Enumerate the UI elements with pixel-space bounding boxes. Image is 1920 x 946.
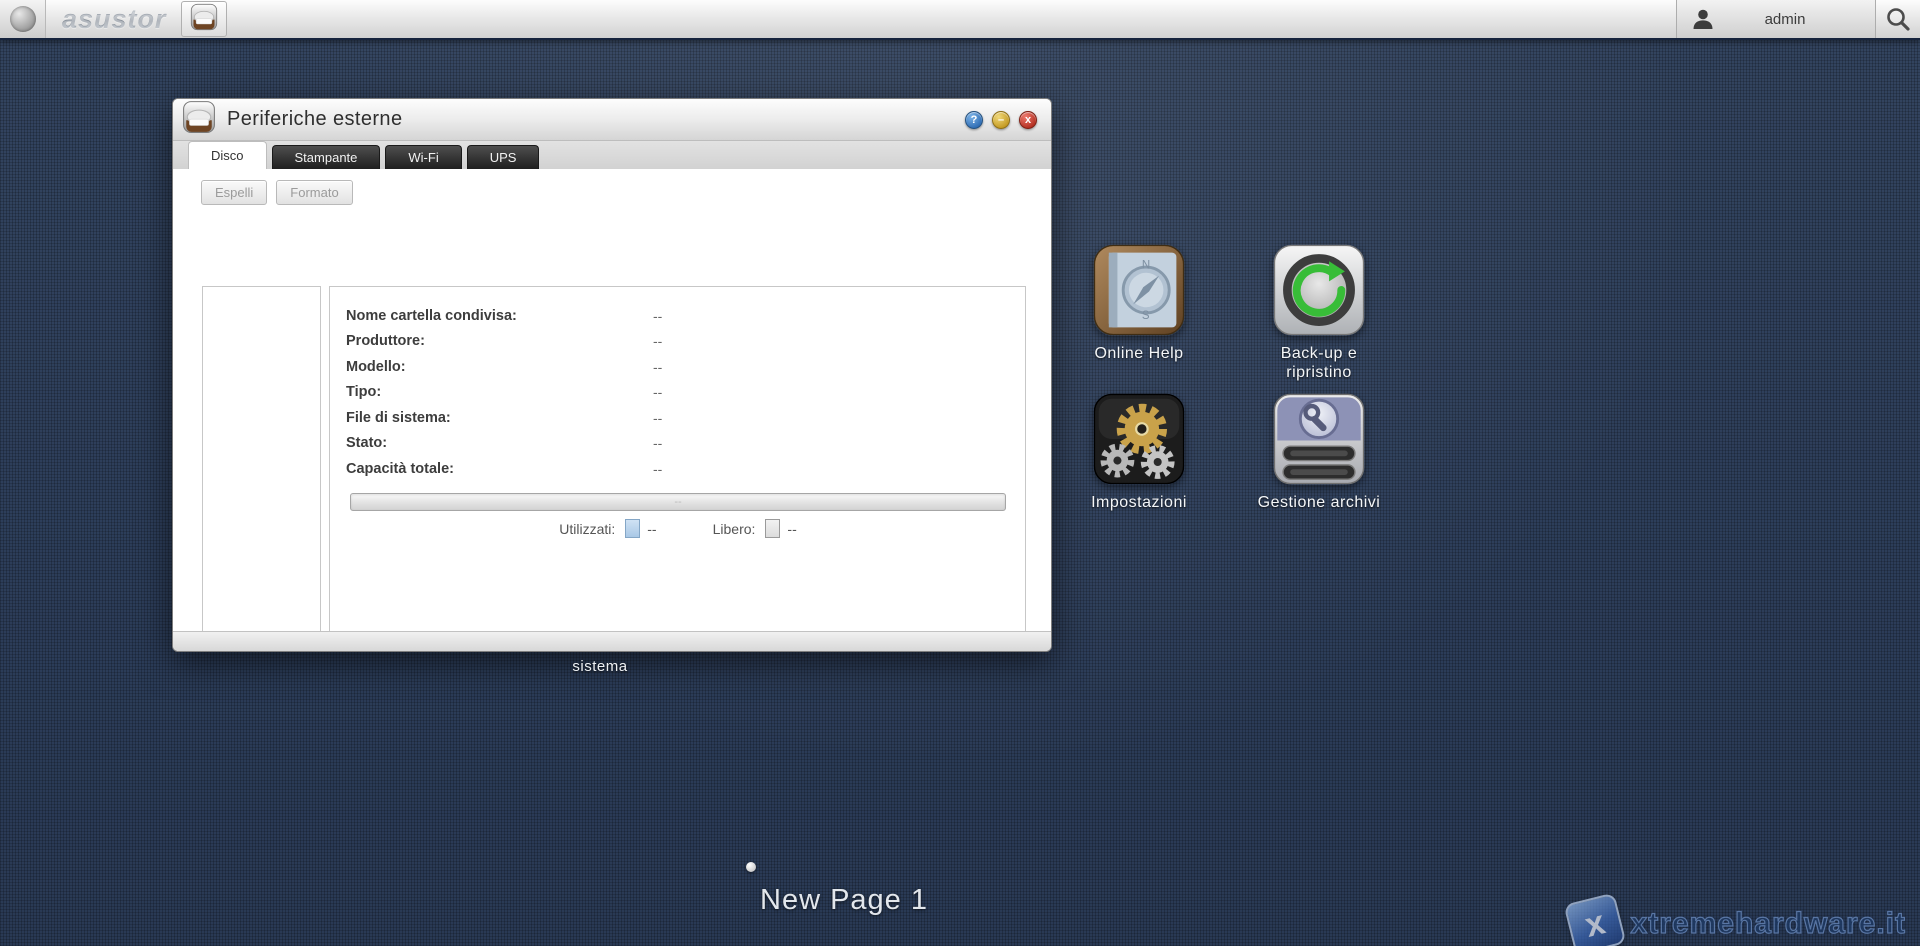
field-row: Produttore:--: [346, 329, 662, 355]
field-row: Nome cartella condivisa:--: [346, 303, 662, 329]
field-value: --: [653, 384, 662, 400]
tab-strip: Disco Stampante Wi-Fi UPS: [173, 141, 1051, 169]
close-button[interactable]: x: [1019, 111, 1037, 129]
disk-toolbar: Espelli Formato: [201, 180, 353, 205]
watermark-text: xtremehardware.it: [1631, 907, 1906, 941]
field-label: Produttore:: [346, 333, 653, 349]
field-label: File di sistema:: [346, 410, 653, 426]
field-label: Tipo:: [346, 384, 653, 400]
desktop-page-label: New Page 1: [694, 884, 994, 917]
user-icon: [1691, 7, 1715, 31]
disk-detail-panel: Nome cartella condivisa:-- Produttore:--…: [329, 286, 1026, 652]
search-icon: [1885, 6, 1911, 32]
svg-text:N: N: [1142, 259, 1150, 271]
used-swatch: [625, 519, 640, 538]
free-swatch: [765, 519, 780, 538]
legend-used: Utilizzati: --: [559, 519, 656, 538]
svg-text:S: S: [1142, 310, 1150, 322]
legend-free-label: Libero:: [713, 521, 756, 537]
tab-disco[interactable]: Disco: [188, 141, 267, 169]
window-body: Espelli Formato Nome cartella condivisa:…: [173, 169, 1051, 631]
desktop-icon-backup[interactable]: Back-up e ripristino: [1239, 244, 1399, 382]
user-menu[interactable]: admin: [1676, 0, 1876, 38]
eject-button[interactable]: Espelli: [201, 180, 267, 205]
show-desktop-button[interactable]: [0, 0, 46, 38]
hidden-desktop-icon-label-sistema[interactable]: sistema: [540, 658, 660, 675]
field-value: --: [653, 359, 662, 375]
top-taskbar: asustor admin: [0, 0, 1920, 40]
field-row: File di sistema:--: [346, 405, 662, 431]
window-footer: [173, 631, 1051, 651]
disk-list-panel[interactable]: [202, 286, 321, 652]
field-label: Capacità totale:: [346, 461, 653, 477]
desktop-icon-online-help[interactable]: N S Online Help: [1059, 244, 1219, 363]
legend-used-label: Utilizzati:: [559, 521, 615, 537]
format-button[interactable]: Formato: [276, 180, 352, 205]
desktop-icon-settings[interactable]: Impostazioni: [1059, 393, 1219, 512]
tab-stampante[interactable]: Stampante: [272, 145, 381, 169]
desktop-page-dot[interactable]: [746, 862, 756, 872]
field-value: --: [653, 308, 662, 324]
settings-gears-icon: [1093, 393, 1185, 485]
field-label: Nome cartella condivisa:: [346, 308, 653, 324]
desktop-icon-label: Impostazioni: [1059, 493, 1219, 512]
external-devices-window-icon: [181, 100, 217, 139]
taskbar-item-external-devices[interactable]: [181, 1, 227, 37]
capacity-legend: Utilizzati: -- Libero: --: [350, 519, 1006, 538]
legend-free-value: --: [787, 521, 796, 537]
field-row: Stato:--: [346, 431, 662, 457]
external-devices-window: Periferiche esterne ? – x Disco Stampant…: [172, 98, 1052, 652]
desktop: asustor admin: [0, 0, 1920, 946]
legend-free: Libero: --: [713, 519, 797, 538]
field-row: Tipo:--: [346, 380, 662, 406]
field-label: Modello:: [346, 359, 653, 375]
home-orb-icon: [10, 6, 36, 32]
legend-used-value: --: [647, 521, 656, 537]
desktop-icon-storage-manager[interactable]: Gestione archivi: [1239, 393, 1399, 512]
field-row: Modello:--: [346, 354, 662, 380]
field-value: --: [653, 435, 662, 451]
window-title: Periferiche esterne: [227, 108, 402, 131]
minimize-button[interactable]: –: [992, 111, 1010, 129]
field-row: Capacità totale:--: [346, 456, 662, 482]
asustor-logo: asustor: [62, 4, 167, 35]
tab-ups[interactable]: UPS: [467, 145, 540, 169]
online-help-book-compass-icon: N S: [1093, 244, 1185, 336]
backup-restore-green-arrow-icon: [1273, 244, 1365, 336]
field-value: --: [653, 333, 662, 349]
help-button[interactable]: ?: [965, 111, 983, 129]
field-label: Stato:: [346, 435, 653, 451]
window-titlebar[interactable]: Periferiche esterne ? – x: [173, 99, 1051, 141]
desktop-icon-label: Back-up e ripristino: [1259, 344, 1379, 382]
username-label: admin: [1715, 11, 1875, 28]
search-button[interactable]: [1876, 0, 1920, 38]
disk-fields: Nome cartella condivisa:-- Produttore:--…: [346, 303, 662, 482]
tab-wifi[interactable]: Wi-Fi: [385, 145, 461, 169]
field-value: --: [653, 410, 662, 426]
field-value: --: [653, 461, 662, 477]
xtremehardware-logo-icon: x: [1563, 892, 1626, 946]
external-devices-icon: [190, 3, 218, 36]
desktop-icon-label: Online Help: [1059, 344, 1219, 363]
storage-manager-drive-wrench-icon: [1273, 393, 1365, 485]
capacity-progress-bar: --: [350, 493, 1006, 511]
desktop-icon-label: Gestione archivi: [1239, 493, 1399, 512]
watermark: x xtremehardware.it: [1569, 898, 1906, 946]
